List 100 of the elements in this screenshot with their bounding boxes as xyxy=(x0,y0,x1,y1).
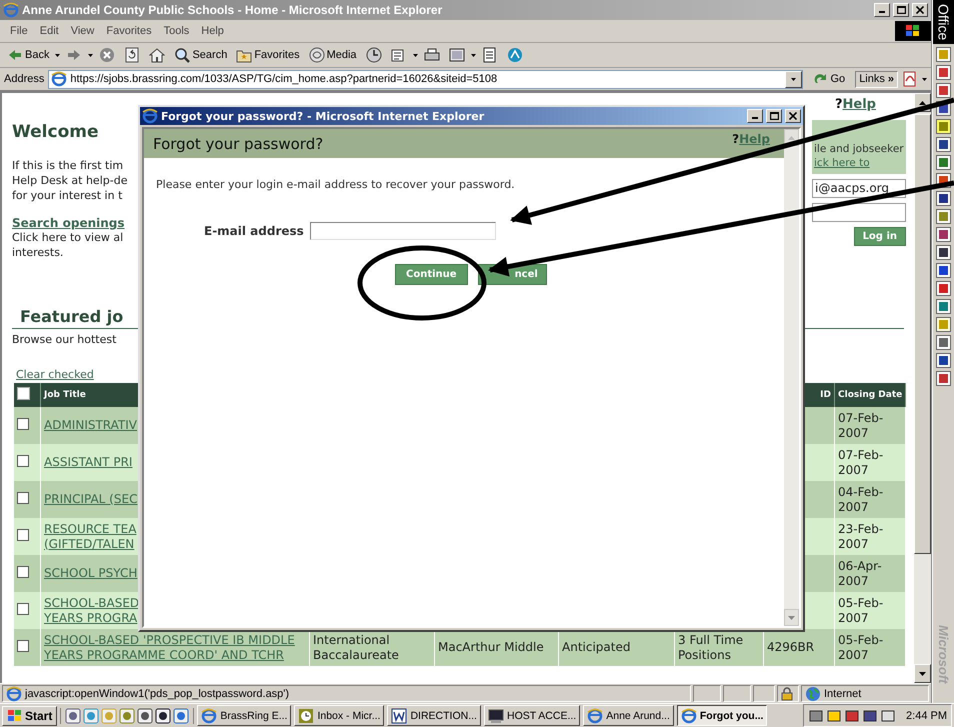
browser-icon xyxy=(587,708,604,724)
pdf-icon[interactable] xyxy=(902,71,918,87)
edit-icon xyxy=(448,47,465,63)
table-cell: MacArthur Middle xyxy=(438,640,544,654)
taskbar-button[interactable]: Forgot you... xyxy=(676,705,768,726)
dialog-heading: Forgot your password? xyxy=(153,134,324,152)
shortcut-icon[interactable] xyxy=(137,708,154,724)
shortcut-icon[interactable] xyxy=(936,137,951,152)
scrollbar-thumb[interactable] xyxy=(914,114,931,554)
globe-icon xyxy=(805,686,821,702)
address-field[interactable]: https://sjobs.brassring.com/1033/ASP/TG/cim_home.asp?partnerid=16026&siteid=5108 xyxy=(48,70,802,88)
go-button[interactable]: Go xyxy=(806,71,852,87)
email-input[interactable] xyxy=(310,222,496,240)
status-pane xyxy=(693,685,721,702)
toolbar-button[interactable]: Back xyxy=(4,46,52,64)
row-checkbox[interactable] xyxy=(17,418,29,430)
closing-date: 05-Feb-2007 xyxy=(838,596,884,624)
terminal-icon xyxy=(488,708,504,724)
tray-icon[interactable] xyxy=(862,708,878,724)
menu-item[interactable]: View xyxy=(64,23,100,39)
maximize-icon xyxy=(896,6,906,14)
instructions-text: Please enter your login e-mail address to recover your password. xyxy=(156,178,516,191)
windows-logo xyxy=(895,21,931,41)
taskbar-button[interactable]: DIRECTION... xyxy=(387,705,481,726)
row-checkbox[interactable] xyxy=(17,566,29,578)
stop-icon xyxy=(99,47,116,63)
login-text: ile and jobseeker xyxy=(814,143,904,155)
taskbar-button[interactable]: Anne Arund... xyxy=(583,705,674,726)
row-checkbox[interactable] xyxy=(17,454,29,466)
start-button[interactable]: Start xyxy=(2,706,58,726)
table-cell: International Baccalaureate xyxy=(313,632,399,662)
toolbar-button[interactable]: Media xyxy=(306,46,360,64)
maximize-button[interactable] xyxy=(766,109,782,123)
help-link[interactable]: Help xyxy=(842,97,876,112)
maximize-button[interactable] xyxy=(893,3,909,17)
printer-icon xyxy=(424,47,440,63)
row-checkbox[interactable] xyxy=(17,528,29,540)
shortcut-icon[interactable] xyxy=(155,708,172,724)
status-pane xyxy=(723,685,751,702)
tray-icon[interactable] xyxy=(808,708,824,724)
row-checkbox[interactable] xyxy=(17,602,29,614)
close-icon xyxy=(916,6,924,14)
menu-item[interactable]: Favorites xyxy=(100,23,158,39)
taskbar-button[interactable]: HOST ACCE... xyxy=(484,705,580,726)
shortcut-icon[interactable] xyxy=(936,353,951,368)
clear-checked-link[interactable]: Clear checked xyxy=(16,368,94,381)
close-button[interactable] xyxy=(912,3,928,17)
menu-item[interactable]: File xyxy=(4,23,34,39)
page-icon xyxy=(6,686,22,702)
select-all-checkbox[interactable] xyxy=(17,387,30,400)
password-field[interactable] xyxy=(812,203,906,222)
page-icon xyxy=(51,71,68,87)
toolbar-button[interactable]: Favorites xyxy=(233,46,303,64)
minimize-button[interactable] xyxy=(747,109,763,123)
refresh-icon xyxy=(124,47,140,63)
browser-icon xyxy=(3,2,19,18)
tray-icon[interactable] xyxy=(880,708,896,724)
browse-text: Browse our hottest xyxy=(12,333,118,346)
row-checkbox[interactable] xyxy=(17,492,29,504)
shortcut-icon[interactable] xyxy=(936,191,951,206)
closing-date: 04-Feb-2007 xyxy=(838,484,884,514)
down-arrow-icon xyxy=(919,672,926,676)
table-cell: Anticipated xyxy=(562,640,630,654)
back-arrow-icon xyxy=(7,47,23,63)
row-checkbox[interactable] xyxy=(17,640,29,652)
tray-icon[interactable] xyxy=(826,708,842,724)
featured-heading: Featured jo xyxy=(20,307,124,326)
lock-icon xyxy=(781,686,793,700)
email-field[interactable]: i@aacps.org xyxy=(812,179,906,198)
field-label: E-mail address xyxy=(204,224,304,238)
column-header: ID xyxy=(820,390,831,400)
menu-item[interactable]: Help xyxy=(195,23,230,39)
clock-icon xyxy=(298,708,314,724)
forward-arrow-icon xyxy=(66,47,82,63)
menu-item[interactable]: Edit xyxy=(34,23,65,39)
minimize-button[interactable] xyxy=(874,3,890,17)
document-icon xyxy=(391,708,408,724)
links-button[interactable]: Links » xyxy=(855,70,898,88)
help-icon: ? xyxy=(732,132,740,146)
taskbar-button[interactable]: BrassRing E... xyxy=(197,705,292,726)
register-link[interactable]: ick here to xyxy=(814,157,870,169)
history-icon xyxy=(366,47,382,63)
toolbar-button[interactable]: Search xyxy=(171,46,230,64)
shortcut-icon[interactable] xyxy=(936,227,951,242)
dropdown-button[interactable] xyxy=(784,70,802,88)
caret-icon xyxy=(790,78,796,80)
up-arrow-icon xyxy=(919,100,926,104)
status-pane xyxy=(753,685,775,702)
shortcut-icon[interactable] xyxy=(936,263,951,278)
search-openings-link[interactable]: Search openings xyxy=(12,216,125,230)
taskbar-button[interactable]: Inbox - Micr... xyxy=(294,705,384,726)
tray-icon[interactable] xyxy=(844,708,860,724)
clock: 2:44 PM xyxy=(906,710,947,722)
media-icon xyxy=(308,47,325,63)
menu-item[interactable]: Tools xyxy=(158,23,196,39)
zone-text: Internet xyxy=(801,685,929,702)
shortcut-icon[interactable] xyxy=(936,245,951,260)
close-button[interactable] xyxy=(785,109,801,123)
intro-text: If this is the first tim Help Desk at help-de for your interest in t xyxy=(12,158,128,203)
dialog-title: Forgot your password? - Microsoft Internet Explorer xyxy=(161,110,486,122)
